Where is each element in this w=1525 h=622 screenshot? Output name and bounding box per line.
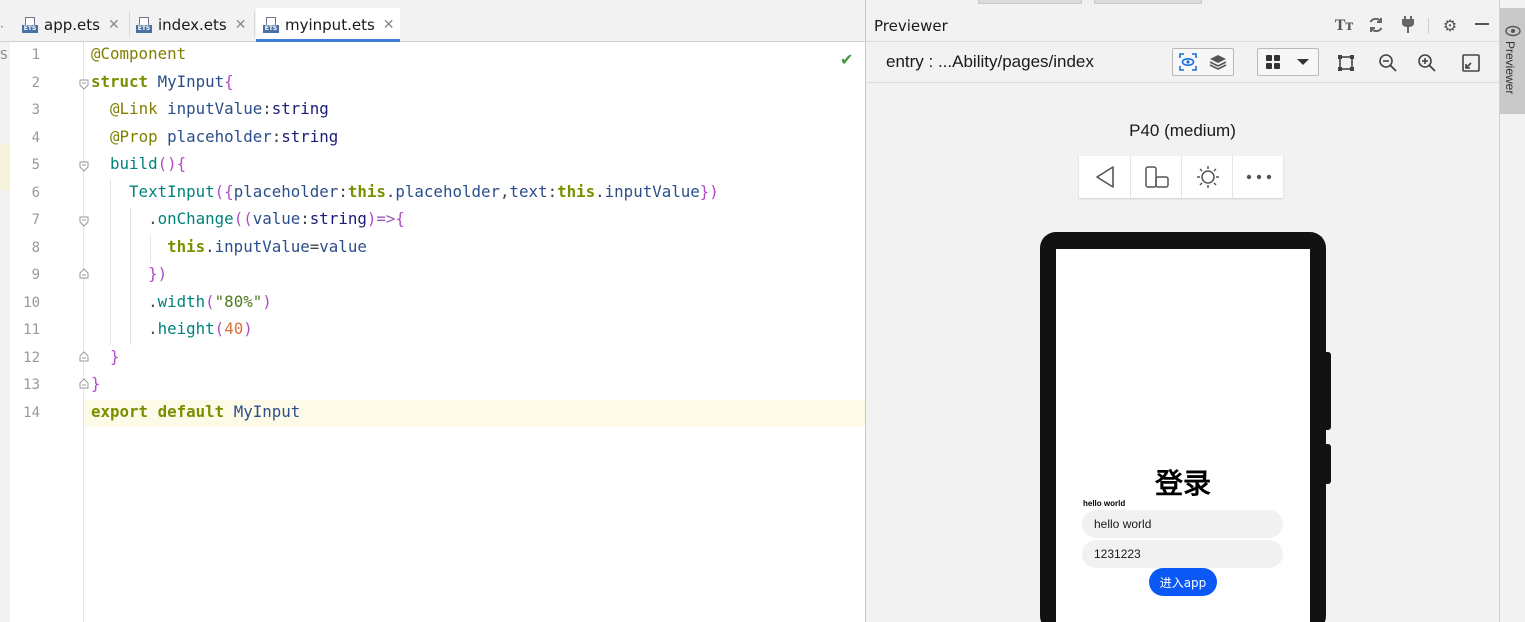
code-line[interactable]: } [91, 347, 120, 366]
hello-world-label: hello world [1083, 499, 1126, 508]
tab-label: index.ets [158, 15, 227, 34]
tab-myinput-ets[interactable]: ETS myinput.ets ✕ [256, 8, 400, 42]
code-line[interactable]: } [91, 374, 101, 393]
eye-icon [1505, 22, 1521, 41]
device-name-label: P40 (medium) [1129, 121, 1236, 140]
line-number: 9 [31, 267, 40, 283]
line-number: 3 [31, 102, 40, 118]
previewer-title: Previewer [874, 17, 948, 35]
code-line[interactable]: export default MyInput [91, 402, 300, 421]
rotate-device-icon[interactable] [1131, 156, 1182, 198]
code-line[interactable]: TextInput({placeholder:this.placeholder,… [91, 182, 719, 201]
line-number: 1 [31, 47, 40, 63]
refresh-icon[interactable] [1366, 16, 1386, 36]
grid-icon [1258, 49, 1288, 75]
code-line[interactable]: this.inputValue=value [91, 237, 367, 256]
editor-tab-bar: · ETS app.ets ✕ ETS index.ets ✕ ETS myin… [0, 8, 866, 42]
top-button[interactable] [1094, 0, 1202, 4]
previewer-header: Previewer Tт ⚙ [866, 8, 1499, 42]
code-line[interactable]: @Prop placeholder:string [91, 127, 338, 146]
plug-icon[interactable] [1398, 16, 1418, 36]
separator [1428, 18, 1429, 34]
tab-index-ets[interactable]: ETS index.ets ✕ [131, 8, 253, 41]
fold-open-icon[interactable] [79, 216, 89, 227]
font-size-icon[interactable]: Tт [1334, 16, 1354, 36]
password-input[interactable] [1082, 540, 1283, 568]
layers-icon[interactable] [1203, 49, 1233, 75]
line-number: 12 [23, 350, 40, 366]
tab-separator [129, 12, 130, 37]
line-number: 7 [31, 212, 40, 228]
zoom-in-icon[interactable] [1415, 51, 1439, 75]
line-number: 11 [23, 322, 40, 338]
fold-close-icon[interactable] [79, 378, 89, 389]
code-line[interactable]: .width("80%") [91, 292, 272, 311]
line-number: 6 [31, 185, 40, 201]
device-mode-dropdown[interactable] [1257, 48, 1319, 76]
page-route-label[interactable]: entry : ...Ability/pages/index [886, 52, 1094, 72]
previewer-panel: Previewer Tт ⚙ entry : ...Ability/pages/… [866, 0, 1499, 622]
login-heading: 登录 [1154, 467, 1211, 500]
left-edge-glyph: S [0, 48, 8, 62]
tab-separator [254, 12, 255, 37]
phone-screen: 登录 hello world 进入app [1056, 249, 1310, 622]
ets-file-icon: ETS [22, 16, 38, 33]
check-icon: ✔ [840, 50, 854, 69]
crop-frame-icon[interactable] [1334, 51, 1358, 75]
tab-label: app.ets [44, 15, 100, 34]
zoom-out-icon[interactable] [1376, 51, 1400, 75]
device-control-bar [1079, 156, 1283, 198]
close-icon[interactable]: ✕ [235, 17, 247, 33]
more-icon[interactable] [1233, 156, 1284, 198]
inspector-eye-button[interactable] [1173, 49, 1203, 75]
code-editor: · ETS app.ets ✕ ETS index.ets ✕ ETS myin… [0, 0, 866, 622]
side-tab-label: Previewer [1503, 41, 1517, 95]
line-number: 10 [23, 295, 40, 311]
fold-open-icon[interactable] [79, 79, 89, 90]
previewer-toolbar: entry : ...Ability/pages/index [866, 43, 1499, 83]
right-tool-strip: Previewer [1499, 0, 1525, 622]
code-line[interactable]: @Component [91, 44, 186, 63]
inspector-toggle-group [1172, 48, 1234, 76]
code-line[interactable]: .onChange((value:string)=>{ [91, 209, 405, 228]
line-number: 4 [31, 130, 40, 146]
active-tab-indicator [256, 39, 400, 42]
line-number: 5 [31, 157, 40, 173]
close-icon[interactable]: ✕ [108, 17, 120, 33]
previewer-side-tab[interactable]: Previewer [1500, 8, 1525, 114]
line-number: 8 [31, 240, 40, 256]
editor-top-strip [0, 0, 866, 8]
code-line[interactable]: }) [91, 264, 167, 283]
back-icon[interactable] [1079, 156, 1130, 198]
modified-marker [0, 144, 10, 190]
fold-open-icon[interactable] [79, 161, 89, 172]
ets-file-icon: ETS [136, 16, 152, 33]
minimize-icon[interactable] [1472, 16, 1492, 36]
left-edge-glyph: · [0, 20, 4, 34]
brightness-icon[interactable] [1182, 156, 1233, 198]
code-line[interactable]: struct MyInput{ [91, 72, 234, 91]
line-number: 14 [23, 405, 40, 421]
fit-screen-icon[interactable] [1459, 51, 1483, 75]
code-line[interactable]: .height(40) [91, 319, 253, 338]
enter-app-button[interactable]: 进入app [1149, 568, 1217, 596]
tab-app-ets[interactable]: ETS app.ets ✕ [18, 8, 130, 41]
fold-close-icon[interactable] [79, 351, 89, 362]
close-icon[interactable]: ✕ [383, 17, 395, 33]
ets-file-icon: ETS [263, 16, 279, 33]
fold-close-icon[interactable] [79, 268, 89, 279]
code-line[interactable]: build(){ [91, 154, 186, 173]
username-input[interactable] [1082, 510, 1283, 538]
previewer-top-strip [866, 0, 1499, 8]
tab-label: myinput.ets [285, 15, 375, 34]
phone-frame: 登录 hello world 进入app [1040, 232, 1326, 622]
structure-side-strip: S [0, 42, 10, 622]
line-number: 2 [31, 75, 40, 91]
chevron-down-icon [1288, 49, 1318, 75]
gear-icon[interactable]: ⚙ [1440, 16, 1460, 36]
code-line[interactable]: @Link inputValue:string [91, 99, 329, 118]
line-number: 13 [23, 377, 40, 393]
top-button[interactable] [978, 0, 1082, 4]
